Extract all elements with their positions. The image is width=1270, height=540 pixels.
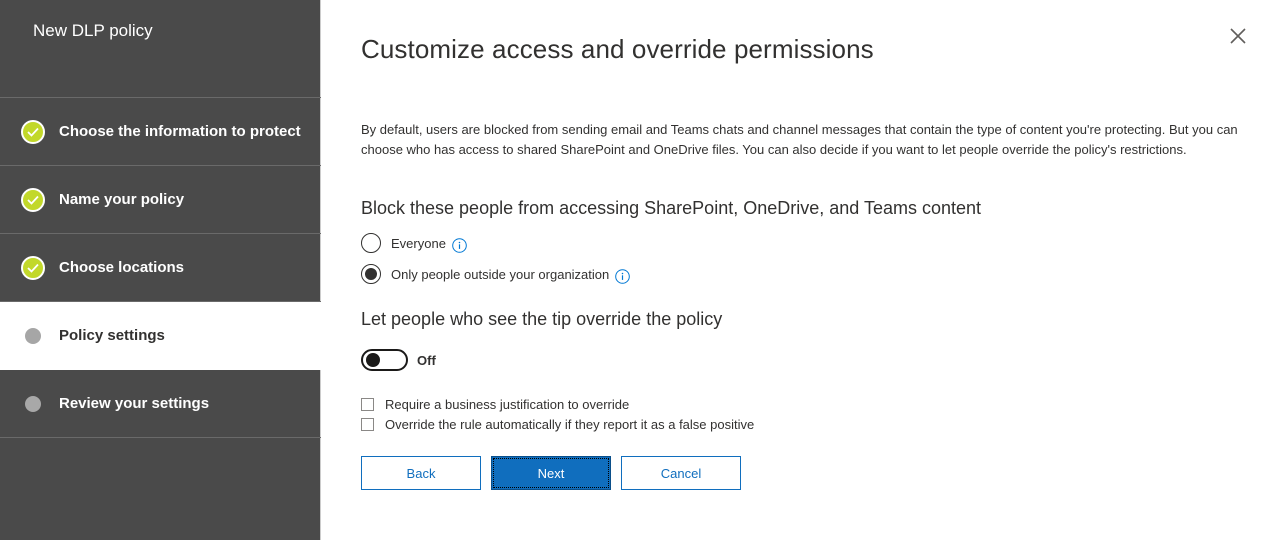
- override-section-heading: Let people who see the tip override the …: [361, 309, 723, 329]
- radio-button-selected[interactable]: [361, 264, 381, 284]
- back-button[interactable]: Back: [361, 456, 481, 490]
- wizard-steps: Choose the information to protect Name y…: [0, 97, 321, 438]
- step-complete-check-icon: [21, 187, 45, 212]
- info-icon[interactable]: [452, 237, 467, 253]
- next-button[interactable]: Next: [491, 456, 611, 490]
- close-icon[interactable]: [1226, 24, 1250, 48]
- step-complete-check-icon: [21, 119, 45, 144]
- step-label: Choose the information to protect: [59, 123, 301, 140]
- wizard-title: New DLP policy: [33, 21, 153, 40]
- info-icon[interactable]: [615, 268, 631, 284]
- step-choose-information[interactable]: Choose the information to protect: [0, 98, 321, 166]
- toggle-state-label: Off: [417, 352, 436, 368]
- checkbox-business-justification[interactable]: Require a business justification to over…: [361, 397, 629, 412]
- step-current-dot-icon: [21, 324, 45, 348]
- radio-label: Everyone: [391, 235, 446, 251]
- override-toggle-row: Off: [361, 349, 436, 371]
- page-description: By default, users are blocked from sendi…: [361, 122, 1238, 157]
- step-pending-dot-icon: [21, 392, 45, 416]
- page-title: Customize access and override permission…: [361, 34, 874, 64]
- checkbox-label: Require a business justification to over…: [385, 397, 630, 412]
- step-label: Policy settings: [59, 327, 165, 344]
- override-toggle[interactable]: [361, 349, 408, 371]
- block-section-heading: Block these people from accessing ShareP…: [361, 198, 982, 218]
- wizard-sidebar: New DLP policy Choose the information to…: [0, 0, 321, 540]
- step-choose-locations[interactable]: Choose locations: [0, 234, 321, 302]
- radio-outside-organization[interactable]: Only people outside your organization: [361, 264, 631, 284]
- checkbox[interactable]: [361, 398, 374, 411]
- cancel-button[interactable]: Cancel: [621, 456, 741, 490]
- step-review-settings[interactable]: Review your settings: [0, 370, 321, 438]
- step-label: Name your policy: [59, 191, 185, 208]
- step-label: Review your settings: [59, 395, 210, 412]
- radio-everyone[interactable]: Everyone: [361, 233, 467, 253]
- step-policy-settings[interactable]: Policy settings: [0, 302, 321, 370]
- radio-label: Only people outside your organization: [391, 266, 610, 282]
- step-complete-check-icon: [21, 255, 45, 280]
- checkbox-label: Override the rule automatically if they …: [385, 417, 755, 432]
- radio-button[interactable]: [361, 233, 381, 253]
- checkbox-false-positive-override[interactable]: Override the rule automatically if they …: [361, 417, 754, 432]
- step-name-policy[interactable]: Name your policy: [0, 166, 321, 234]
- checkbox[interactable]: [361, 418, 374, 431]
- step-label: Choose locations: [59, 259, 185, 276]
